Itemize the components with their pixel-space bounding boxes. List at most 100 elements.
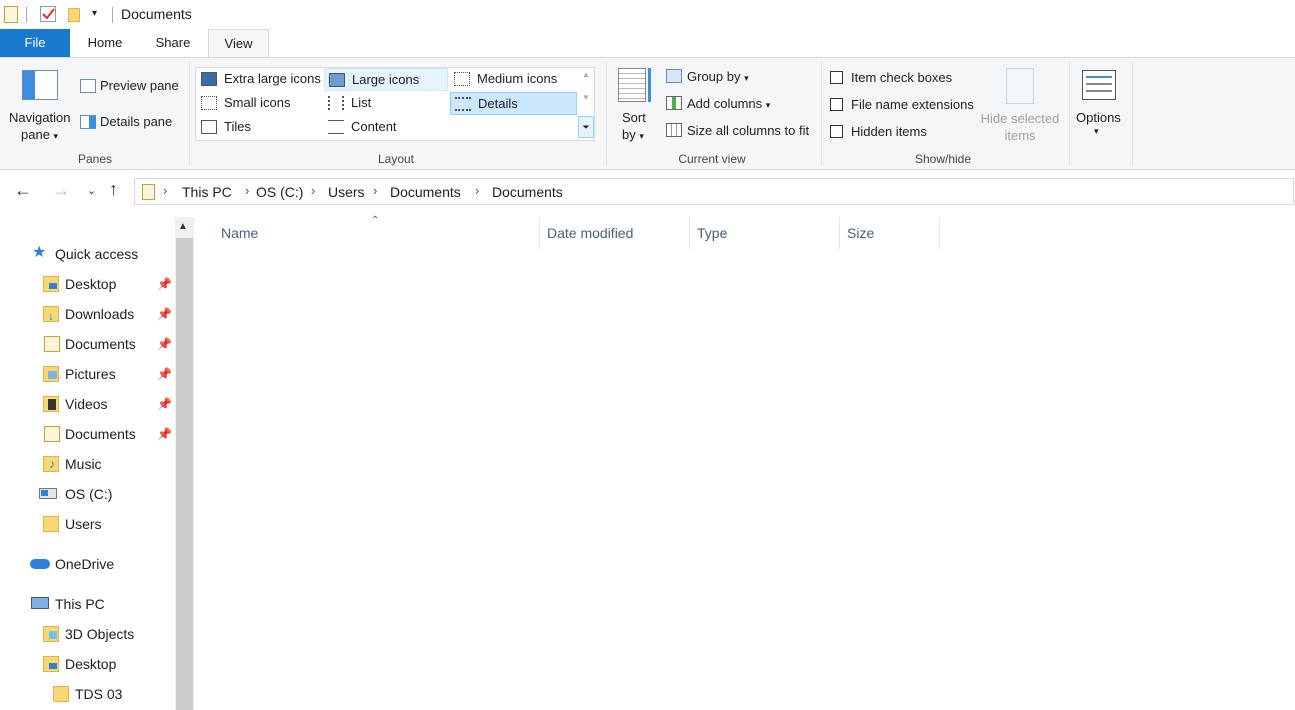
customize-toolbar-chevron-icon[interactable]: ▾ xyxy=(92,8,97,19)
scrollbar-thumb[interactable] xyxy=(176,238,193,710)
options-button[interactable]: Options ▾ xyxy=(1073,66,1127,146)
group-label-panes: Panes xyxy=(77,152,113,166)
nav-item-documents-2[interactable]: Documents 📌 xyxy=(42,420,177,448)
add-columns-icon xyxy=(666,96,682,110)
column-header-name[interactable]: Name xyxy=(221,225,258,241)
gallery-expand-icon[interactable]: ⏷ xyxy=(578,116,594,138)
nav-item-desktop[interactable]: Desktop 📌 xyxy=(42,270,177,298)
tab-file[interactable]: File xyxy=(0,29,70,57)
column-header-size[interactable]: Size xyxy=(847,225,874,241)
breadcrumb-this-pc[interactable]: This PC xyxy=(182,184,232,200)
nav-onedrive[interactable]: OneDrive xyxy=(30,550,170,578)
nav-item-videos[interactable]: Videos 📌 xyxy=(42,390,177,418)
options-dropdown-icon: ▾ xyxy=(1094,126,1099,136)
nav-this-pc[interactable]: This PC xyxy=(30,590,170,618)
breadcrumb-chevron-icon[interactable]: › xyxy=(163,183,167,198)
gallery-scroll-up-icon[interactable]: ▲ xyxy=(579,70,593,90)
layout-tiles[interactable]: Tiles xyxy=(197,116,322,139)
layout-details-label: Details xyxy=(478,96,518,111)
nav-item-music[interactable]: ♪ Music xyxy=(42,450,162,478)
breadcrumb-users[interactable]: Users xyxy=(328,184,365,200)
file-name-extensions-toggle[interactable]: File name extensions xyxy=(830,97,980,115)
nav-pane-scrollbar[interactable]: ▲ xyxy=(175,217,194,710)
column-divider[interactable] xyxy=(839,217,840,249)
gallery-scroll-down-icon[interactable]: ▼ xyxy=(579,93,593,113)
file-name-extensions-label: File name extensions xyxy=(851,97,974,112)
layout-small-icons[interactable]: Small icons xyxy=(197,92,322,115)
item-check-boxes-checkbox[interactable] xyxy=(830,71,843,84)
pin-icon[interactable]: 📌 xyxy=(157,270,172,298)
scroll-up-arrow-icon[interactable]: ▲ xyxy=(178,221,188,232)
nav-item-label: OS (C:) xyxy=(65,486,113,502)
preview-pane-button[interactable]: Preview pane xyxy=(78,76,182,98)
group-label-show-hide: Show/hide xyxy=(914,152,972,166)
layout-content[interactable]: Content xyxy=(324,116,448,139)
group-by-button[interactable]: Group by ▾ xyxy=(664,66,764,88)
breadcrumb-documents-current[interactable]: Documents xyxy=(492,184,563,200)
nav-item-pictures[interactable]: Pictures 📌 xyxy=(42,360,177,388)
nav-item-documents[interactable]: Documents 📌 xyxy=(42,330,177,358)
layout-medium-icons[interactable]: Medium icons xyxy=(450,68,574,91)
pin-icon[interactable]: 📌 xyxy=(157,330,172,358)
breadcrumb-chevron-icon[interactable]: › xyxy=(245,183,249,198)
tab-home[interactable]: Home xyxy=(72,29,138,57)
breadcrumb-chevron-icon[interactable]: › xyxy=(373,183,377,198)
nav-pc-3d-objects[interactable]: 3D Objects xyxy=(42,620,172,648)
group-by-icon xyxy=(666,69,682,83)
item-check-boxes-toggle[interactable]: Item check boxes xyxy=(830,70,970,88)
sort-by-button[interactable]: Sort by ▾ xyxy=(614,66,658,146)
nav-item-label: Downloads xyxy=(65,306,135,322)
nav-item-downloads[interactable]: ↓ Downloads 📌 xyxy=(42,300,177,328)
layout-extra-large-icons[interactable]: Extra large icons xyxy=(197,68,322,91)
hide-selected-items-button[interactable]: Hide selected items xyxy=(976,66,1064,146)
layout-list[interactable]: List xyxy=(324,92,448,115)
column-divider[interactable] xyxy=(689,217,690,249)
star-icon: ★ xyxy=(32,244,47,261)
preview-pane-label: Preview pane xyxy=(100,78,179,93)
pin-icon[interactable]: 📌 xyxy=(157,420,172,448)
breadcrumb-documents[interactable]: Documents xyxy=(390,184,461,200)
recent-locations-chevron-icon[interactable]: ⌄ xyxy=(87,184,96,197)
group-divider xyxy=(821,62,822,166)
new-folder-icon[interactable] xyxy=(68,8,80,22)
hidden-items-toggle[interactable]: Hidden items xyxy=(830,124,970,142)
nav-item-os-c[interactable]: OS (C:) xyxy=(38,480,158,508)
address-bar[interactable]: › This PC › OS (C:) › Users › Documents … xyxy=(134,178,1294,205)
nav-quick-access[interactable]: ★ Quick access xyxy=(30,240,170,268)
pin-icon[interactable]: 📌 xyxy=(157,360,172,388)
layout-content-label: Content xyxy=(351,119,397,134)
layout-details[interactable]: Details xyxy=(450,92,577,115)
column-header-type[interactable]: Type xyxy=(697,225,727,241)
hidden-items-checkbox[interactable] xyxy=(830,125,843,138)
documents-app-icon[interactable] xyxy=(4,6,18,23)
back-arrow-icon[interactable]: ← xyxy=(14,180,32,201)
ribbon-tabs: File Home Share View xyxy=(0,29,1295,58)
nav-item-users[interactable]: Users xyxy=(42,510,162,538)
column-header-date-modified[interactable]: Date modified xyxy=(547,225,633,241)
sort-by-label: Sort xyxy=(622,110,646,125)
tab-share[interactable]: Share xyxy=(140,29,206,57)
nav-pc-tds-03[interactable]: TDS 03 xyxy=(52,680,172,708)
up-arrow-icon[interactable]: ↑ xyxy=(109,179,118,200)
breadcrumb-chevron-icon[interactable]: › xyxy=(311,183,315,198)
details-pane-button[interactable]: Details pane xyxy=(78,112,182,134)
music-folder-icon: ♪ xyxy=(43,456,59,472)
navigation-pane-button[interactable]: Navigation pane ▾ xyxy=(6,66,74,146)
add-columns-button[interactable]: Add columns ▾ xyxy=(664,93,784,115)
group-divider xyxy=(1132,62,1133,166)
tab-view[interactable]: View xyxy=(208,29,269,58)
file-name-extensions-checkbox[interactable] xyxy=(830,98,843,111)
properties-checkmark-icon[interactable] xyxy=(40,6,56,22)
sort-by-label-line2: by ▾ xyxy=(622,127,644,142)
column-divider[interactable] xyxy=(939,217,940,249)
column-divider[interactable] xyxy=(539,217,540,249)
breadcrumb-chevron-icon[interactable]: › xyxy=(475,183,479,198)
pin-icon[interactable]: 📌 xyxy=(157,390,172,418)
size-all-columns-button[interactable]: Size all columns to fit xyxy=(664,120,814,142)
pin-icon[interactable]: 📌 xyxy=(157,300,172,328)
forward-arrow-icon[interactable]: → xyxy=(52,180,70,201)
breadcrumb-os-c[interactable]: OS (C:) xyxy=(256,184,303,200)
drive-icon xyxy=(39,488,57,499)
layout-large-icons[interactable]: Large icons xyxy=(324,68,448,91)
nav-pc-desktop[interactable]: Desktop xyxy=(42,650,172,678)
